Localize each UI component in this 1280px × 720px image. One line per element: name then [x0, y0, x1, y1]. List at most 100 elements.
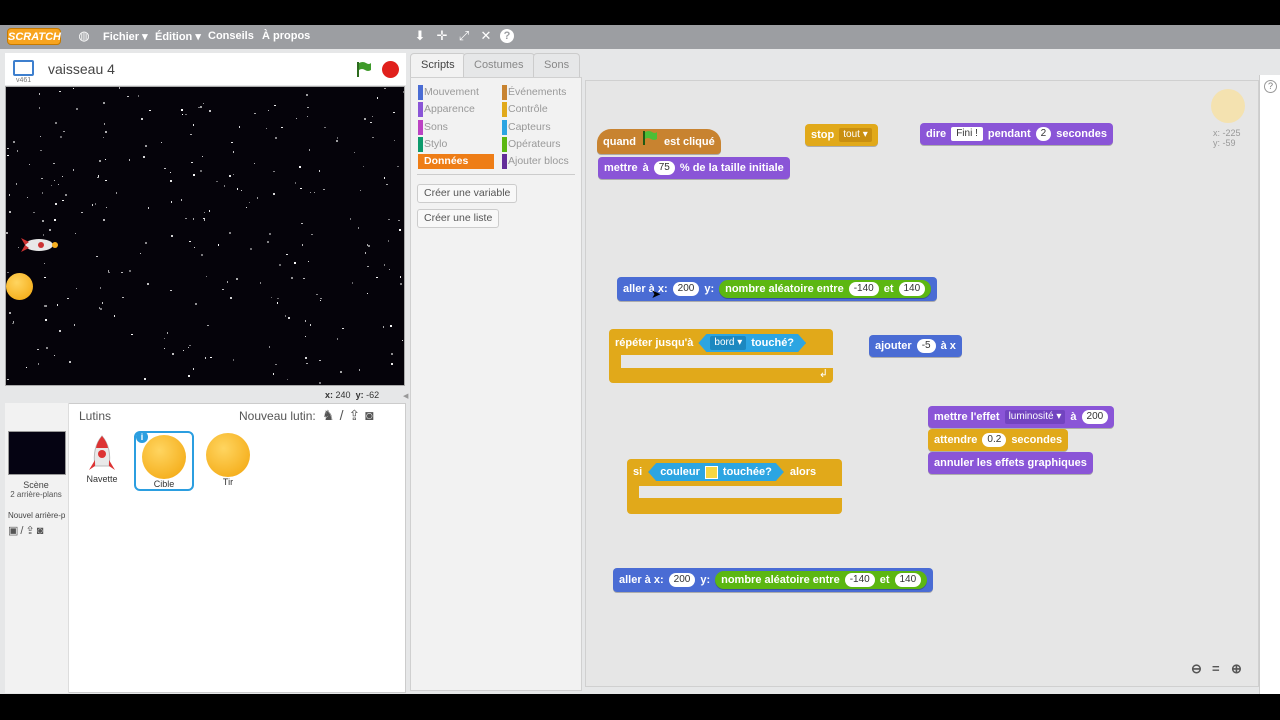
size-input[interactable]: 75	[653, 161, 675, 175]
star	[305, 357, 307, 359]
star	[388, 218, 390, 221]
shrink-icon[interactable]: ⤢	[457, 29, 471, 43]
menu-edit[interactable]: Édition ▾	[155, 30, 201, 43]
image-library-icon[interactable]: ▣	[8, 525, 20, 537]
sprite-card-navette[interactable]: Navette	[72, 431, 132, 491]
set-effect-block[interactable]: mettre l'effet luminosité ▾ à 200	[928, 406, 1115, 428]
category-control[interactable]: Contrôle	[502, 102, 548, 117]
star	[281, 126, 283, 129]
sprite-name-field[interactable]: vaisseau 4	[48, 61, 115, 77]
set-size-block[interactable]: mettre à 75 % de la taille initiale	[598, 157, 790, 179]
if-block[interactable]: si couleur touchée? alors	[627, 459, 842, 514]
collapse-stage-icon[interactable]: ◀	[403, 392, 408, 400]
stop-block[interactable]: stop tout ▾	[805, 124, 878, 146]
category-pen[interactable]: Stylo	[418, 137, 447, 152]
tab-costumes[interactable]: Costumes	[463, 53, 535, 77]
category-sound[interactable]: Sons	[418, 120, 448, 135]
sprite-card-tir[interactable]: Tir	[198, 431, 258, 491]
star	[191, 161, 193, 164]
random-block[interactable]: nombre aléatoire entre -140 et 140	[719, 280, 932, 298]
goto-xy-block[interactable]: aller à x: 200 y: nombre aléatoire entre…	[613, 568, 934, 592]
max-input[interactable]: 140	[894, 573, 922, 587]
min-input[interactable]: -140	[844, 573, 875, 587]
touching-block[interactable]: bord ▾ touché?	[698, 334, 806, 352]
category-label: Apparence	[424, 103, 475, 115]
star	[121, 271, 123, 274]
stop-option-dropdown[interactable]: tout ▾	[839, 128, 872, 142]
when-flag-clicked-block[interactable]: quand est cliqué	[597, 129, 721, 154]
star	[276, 302, 279, 304]
effect-dropdown[interactable]: luminosité ▾	[1004, 410, 1066, 424]
menu-file[interactable]: Fichier ▾	[103, 30, 148, 43]
category-sensing[interactable]: Capteurs	[502, 120, 551, 135]
globe-icon[interactable]: ◍	[77, 29, 91, 43]
change-input[interactable]: -5	[916, 339, 936, 353]
green-flag-icon[interactable]	[355, 60, 373, 78]
zoom-in-icon[interactable]: ⊕	[1231, 661, 1242, 677]
new-sprite-tools: ♞/⇪◙	[322, 407, 379, 424]
scene-thumbnail[interactable]	[8, 431, 66, 475]
category-more-blocks[interactable]: Ajouter blocs	[502, 154, 569, 169]
shuttle-sprite[interactable]	[21, 235, 61, 255]
menu-about[interactable]: À propos	[262, 30, 310, 42]
block-text: y:	[704, 283, 715, 295]
help-icon[interactable]: ?	[500, 29, 514, 43]
touching-dropdown[interactable]: bord ▾	[710, 336, 746, 350]
tab-sounds[interactable]: Sons	[533, 53, 581, 77]
grow-icon[interactable]: ✛	[435, 29, 449, 43]
change-x-block[interactable]: ajouter -5 à x	[869, 335, 962, 357]
menu-tips[interactable]: Conseils	[208, 30, 254, 42]
goto-xy-block[interactable]: aller à x: 200 y: nombre aléatoire entre…	[617, 277, 938, 301]
star	[102, 136, 105, 139]
wait-block[interactable]: attendre 0.2 secondes	[928, 429, 1069, 451]
touching-color-block[interactable]: couleur touchée?	[648, 463, 784, 481]
stop-icon[interactable]	[382, 61, 399, 78]
x-input[interactable]: 200	[672, 282, 700, 296]
x-input[interactable]: 200	[668, 573, 696, 587]
min-input[interactable]: -140	[848, 282, 879, 296]
max-input[interactable]: 140	[898, 282, 926, 296]
tab-scripts[interactable]: Scripts	[410, 53, 466, 77]
category-operators[interactable]: Opérateurs	[502, 137, 561, 152]
scene-backdrops-count: 2 arrière-plans	[10, 490, 62, 499]
zoom-out-icon[interactable]: ⊖	[1191, 661, 1202, 677]
camera-sprite-icon[interactable]: ◙	[365, 407, 378, 423]
camera-icon[interactable]: ◙	[37, 525, 46, 537]
random-block[interactable]: nombre aléatoire entre -140 et 140	[715, 571, 928, 589]
message-input[interactable]: Fini !	[951, 127, 983, 141]
category-looks[interactable]: Apparence	[418, 102, 475, 117]
create-variable-button[interactable]: Créer une variable	[417, 184, 518, 203]
clear-effects-block[interactable]: annuler les effets graphiques	[928, 452, 1093, 474]
star	[170, 289, 172, 292]
zoom-reset-icon[interactable]: =	[1212, 661, 1220, 676]
color-swatch[interactable]	[705, 466, 718, 479]
repeat-until-block[interactable]: répéter jusqu'à bord ▾ touché? ↲	[609, 329, 833, 383]
stage-canvas[interactable]	[5, 86, 405, 386]
if-header: si couleur touchée? alors	[633, 463, 816, 481]
category-data[interactable]: Données	[418, 154, 494, 169]
wait-input[interactable]: 0.2	[982, 433, 1007, 447]
seconds-input[interactable]: 2	[1035, 127, 1052, 141]
say-for-secs-block[interactable]: dire Fini ! pendant 2 secondes	[920, 123, 1113, 145]
target-sprite[interactable]	[6, 273, 33, 300]
sprite-card-cible[interactable]: i Cible	[134, 431, 194, 491]
sprite-library-icon[interactable]: ♞	[322, 407, 340, 423]
presentation-mode-icon[interactable]	[13, 60, 34, 76]
star	[388, 268, 391, 271]
upload-icon[interactable]: ⇪	[25, 525, 36, 537]
category-events[interactable]: Événements	[502, 85, 566, 100]
scratch-logo[interactable]: SCRATCH	[7, 28, 61, 45]
info-icon[interactable]: i	[136, 431, 148, 443]
upload-sprite-icon[interactable]: ⇪	[348, 407, 365, 423]
category-motion[interactable]: Mouvement	[418, 85, 479, 100]
new-backdrop-label: Nouvel arrière-p	[8, 511, 66, 520]
create-list-button[interactable]: Créer une liste	[417, 209, 500, 228]
stamp-icon[interactable]: ⬇	[413, 29, 427, 43]
help-icon[interactable]: ?	[1264, 80, 1277, 93]
effect-value-input[interactable]: 200	[1081, 410, 1109, 424]
palette-divider	[417, 174, 575, 175]
star	[210, 356, 212, 359]
star	[358, 369, 361, 371]
star	[270, 296, 273, 299]
expand-icon[interactable]: ✕	[479, 29, 493, 43]
